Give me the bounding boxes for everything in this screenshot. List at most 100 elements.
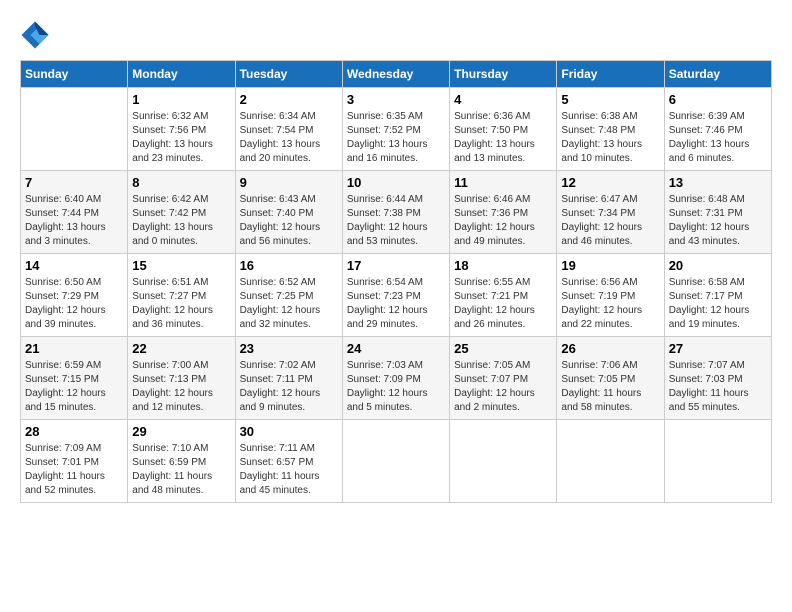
day-sun-info: Sunrise: 7:05 AMSunset: 7:07 PMDaylight:… xyxy=(454,359,552,415)
calendar-day-cell xyxy=(21,88,128,171)
calendar-day-cell: 24 Sunrise: 7:03 AMSunset: 7:09 PMDayligh… xyxy=(342,337,449,420)
day-sun-info: Sunrise: 6:40 AMSunset: 7:44 PMDaylight:… xyxy=(25,193,123,249)
calendar-day-cell: 17 Sunrise: 6:54 AMSunset: 7:23 PMDayligh… xyxy=(342,254,449,337)
calendar-day-cell: 4 Sunrise: 6:36 AMSunset: 7:50 PMDaylight… xyxy=(450,88,557,171)
day-number: 2 xyxy=(240,92,338,107)
day-sun-info: Sunrise: 7:00 AMSunset: 7:13 PMDaylight:… xyxy=(132,359,230,415)
day-sun-info: Sunrise: 6:48 AMSunset: 7:31 PMDaylight:… xyxy=(669,193,767,249)
day-number: 8 xyxy=(132,175,230,190)
day-number: 6 xyxy=(669,92,767,107)
calendar-day-cell: 10 Sunrise: 6:44 AMSunset: 7:38 PMDayligh… xyxy=(342,171,449,254)
day-number: 17 xyxy=(347,258,445,273)
day-number: 27 xyxy=(669,341,767,356)
calendar-day-cell: 20 Sunrise: 6:58 AMSunset: 7:17 PMDayligh… xyxy=(664,254,771,337)
page-header xyxy=(20,20,772,50)
day-sun-info: Sunrise: 7:10 AMSunset: 6:59 PMDaylight:… xyxy=(132,442,230,498)
day-number: 10 xyxy=(347,175,445,190)
day-of-week-header: Monday xyxy=(128,61,235,88)
day-number: 21 xyxy=(25,341,123,356)
day-sun-info: Sunrise: 6:52 AMSunset: 7:25 PMDaylight:… xyxy=(240,276,338,332)
day-number: 7 xyxy=(25,175,123,190)
day-number: 11 xyxy=(454,175,552,190)
calendar-day-cell: 8 Sunrise: 6:42 AMSunset: 7:42 PMDaylight… xyxy=(128,171,235,254)
day-number: 19 xyxy=(561,258,659,273)
logo xyxy=(20,20,54,50)
day-number: 18 xyxy=(454,258,552,273)
calendar-day-cell: 2 Sunrise: 6:34 AMSunset: 7:54 PMDaylight… xyxy=(235,88,342,171)
calendar-day-cell: 14Sunrise: 6:50 AMSunset: 7:29 PMDayligh… xyxy=(21,254,128,337)
calendar-day-cell xyxy=(557,420,664,503)
day-sun-info: Sunrise: 6:47 AMSunset: 7:34 PMDaylight:… xyxy=(561,193,659,249)
calendar-table: SundayMondayTuesdayWednesdayThursdayFrid… xyxy=(20,60,772,503)
day-sun-info: Sunrise: 6:46 AMSunset: 7:36 PMDaylight:… xyxy=(454,193,552,249)
day-number: 12 xyxy=(561,175,659,190)
calendar-day-cell: 5 Sunrise: 6:38 AMSunset: 7:48 PMDaylight… xyxy=(557,88,664,171)
day-number: 15 xyxy=(132,258,230,273)
day-of-week-header: Sunday xyxy=(21,61,128,88)
day-number: 3 xyxy=(347,92,445,107)
calendar-day-cell: 15 Sunrise: 6:51 AMSunset: 7:27 PMDayligh… xyxy=(128,254,235,337)
day-number: 16 xyxy=(240,258,338,273)
calendar-week-row: 21 Sunrise: 6:59 AMSunset: 7:15 PMDayligh… xyxy=(21,337,772,420)
calendar-day-cell: 18 Sunrise: 6:55 AMSunset: 7:21 PMDayligh… xyxy=(450,254,557,337)
day-of-week-header: Saturday xyxy=(664,61,771,88)
day-of-week-header: Wednesday xyxy=(342,61,449,88)
calendar-day-cell: 25 Sunrise: 7:05 AMSunset: 7:07 PMDayligh… xyxy=(450,337,557,420)
calendar-day-cell: 1 Sunrise: 6:32 AMSunset: 7:56 PMDaylight… xyxy=(128,88,235,171)
calendar-day-cell: 9 Sunrise: 6:43 AMSunset: 7:40 PMDaylight… xyxy=(235,171,342,254)
day-sun-info: Sunrise: 6:58 AMSunset: 7:17 PMDaylight:… xyxy=(669,276,767,332)
calendar-day-cell: 30Sunrise: 7:11 AMSunset: 6:57 PMDayligh… xyxy=(235,420,342,503)
day-number: 23 xyxy=(240,341,338,356)
logo-icon xyxy=(20,20,50,50)
day-sun-info: Sunrise: 6:51 AMSunset: 7:27 PMDaylight:… xyxy=(132,276,230,332)
day-number: 25 xyxy=(454,341,552,356)
day-number: 9 xyxy=(240,175,338,190)
day-number: 26 xyxy=(561,341,659,356)
day-sun-info: Sunrise: 6:38 AMSunset: 7:48 PMDaylight:… xyxy=(561,110,659,166)
day-number: 29 xyxy=(132,424,230,439)
day-sun-info: Sunrise: 6:55 AMSunset: 7:21 PMDaylight:… xyxy=(454,276,552,332)
day-number: 24 xyxy=(347,341,445,356)
day-number: 1 xyxy=(132,92,230,107)
calendar-day-cell: 12 Sunrise: 6:47 AMSunset: 7:34 PMDayligh… xyxy=(557,171,664,254)
day-of-week-header: Tuesday xyxy=(235,61,342,88)
day-sun-info: Sunrise: 7:06 AMSunset: 7:05 PMDaylight:… xyxy=(561,359,659,415)
day-sun-info: Sunrise: 6:44 AMSunset: 7:38 PMDaylight:… xyxy=(347,193,445,249)
day-of-week-header: Thursday xyxy=(450,61,557,88)
calendar-day-cell: 19 Sunrise: 6:56 AMSunset: 7:19 PMDayligh… xyxy=(557,254,664,337)
calendar-day-cell xyxy=(342,420,449,503)
calendar-day-cell: 21 Sunrise: 6:59 AMSunset: 7:15 PMDayligh… xyxy=(21,337,128,420)
calendar-day-cell: 13 Sunrise: 6:48 AMSunset: 7:31 PMDayligh… xyxy=(664,171,771,254)
day-sun-info: Sunrise: 6:54 AMSunset: 7:23 PMDaylight:… xyxy=(347,276,445,332)
calendar-header-row: SundayMondayTuesdayWednesdayThursdayFrid… xyxy=(21,61,772,88)
calendar-day-cell: 28 Sunrise: 7:09 AMSunset: 7:01 PMDayligh… xyxy=(21,420,128,503)
day-sun-info: Sunrise: 6:43 AMSunset: 7:40 PMDaylight:… xyxy=(240,193,338,249)
day-sun-info: Sunrise: 6:56 AMSunset: 7:19 PMDaylight:… xyxy=(561,276,659,332)
calendar-day-cell: 16 Sunrise: 6:52 AMSunset: 7:25 PMDayligh… xyxy=(235,254,342,337)
day-sun-info: Sunrise: 7:09 AMSunset: 7:01 PMDaylight:… xyxy=(25,442,123,498)
calendar-day-cell: 7 Sunrise: 6:40 AMSunset: 7:44 PMDaylight… xyxy=(21,171,128,254)
day-sun-info: Sunrise: 6:39 AMSunset: 7:46 PMDaylight:… xyxy=(669,110,767,166)
day-number: 13 xyxy=(669,175,767,190)
day-sun-info: Sunrise: 7:07 AMSunset: 7:03 PMDaylight:… xyxy=(669,359,767,415)
calendar-week-row: 1 Sunrise: 6:32 AMSunset: 7:56 PMDaylight… xyxy=(21,88,772,171)
day-number: 5 xyxy=(561,92,659,107)
day-number: 28 xyxy=(25,424,123,439)
day-sun-info: Sunrise: 7:02 AMSunset: 7:11 PMDaylight:… xyxy=(240,359,338,415)
day-number: 30 xyxy=(240,424,338,439)
day-sun-info: Sunrise: 6:42 AMSunset: 7:42 PMDaylight:… xyxy=(132,193,230,249)
day-sun-info: Sunrise: 7:03 AMSunset: 7:09 PMDaylight:… xyxy=(347,359,445,415)
day-number: 4 xyxy=(454,92,552,107)
day-sun-info: Sunrise: 6:36 AMSunset: 7:50 PMDaylight:… xyxy=(454,110,552,166)
day-number: 20 xyxy=(669,258,767,273)
day-sun-info: Sunrise: 6:32 AMSunset: 7:56 PMDaylight:… xyxy=(132,110,230,166)
day-number: 22 xyxy=(132,341,230,356)
day-sun-info: Sunrise: 6:34 AMSunset: 7:54 PMDaylight:… xyxy=(240,110,338,166)
calendar-day-cell: 29 Sunrise: 7:10 AMSunset: 6:59 PMDayligh… xyxy=(128,420,235,503)
calendar-week-row: 14Sunrise: 6:50 AMSunset: 7:29 PMDayligh… xyxy=(21,254,772,337)
calendar-day-cell: 23 Sunrise: 7:02 AMSunset: 7:11 PMDayligh… xyxy=(235,337,342,420)
calendar-day-cell: 27 Sunrise: 7:07 AMSunset: 7:03 PMDayligh… xyxy=(664,337,771,420)
day-sun-info: Sunrise: 6:59 AMSunset: 7:15 PMDaylight:… xyxy=(25,359,123,415)
day-sun-info: Sunrise: 6:35 AMSunset: 7:52 PMDaylight:… xyxy=(347,110,445,166)
calendar-day-cell xyxy=(664,420,771,503)
